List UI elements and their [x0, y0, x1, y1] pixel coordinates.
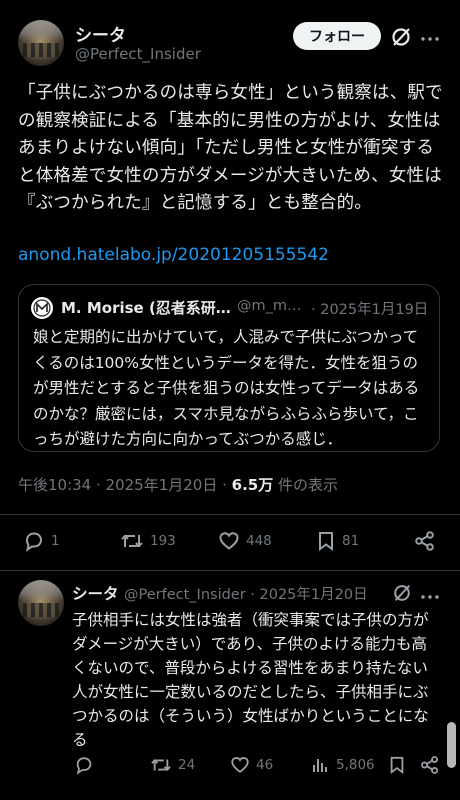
more-icon[interactable]: [420, 30, 440, 42]
author-avatar[interactable]: [18, 20, 64, 66]
like-icon: [231, 756, 249, 773]
share-button[interactable]: [414, 530, 436, 552]
grok-icon[interactable]: [390, 26, 412, 48]
reply-bookmark-button[interactable]: [388, 755, 406, 775]
like-count: 448: [246, 533, 272, 549]
post-body: 「子供にぶつかるのは専ら女性」という観察は、駅での観察検証による「基本的に男性の…: [18, 83, 443, 213]
post-timestamp[interactable]: 午後10:34 · 2025年1月20日 ·: [18, 476, 232, 494]
reply-like-button[interactable]: 46: [230, 755, 273, 775]
author-name[interactable]: シータ: [75, 21, 126, 46]
repost-count: 193: [150, 533, 176, 549]
more-icon[interactable]: [420, 588, 440, 600]
divider: [0, 514, 460, 515]
reply-count: 1: [51, 533, 60, 549]
follow-button[interactable]: フォロー: [293, 22, 381, 50]
divider: [0, 570, 460, 571]
post-meta: 午後10:34 · 2025年1月20日 · 6.5万 件の表示: [18, 474, 338, 495]
bookmark-button[interactable]: 81: [316, 530, 359, 552]
bookmark-count: 81: [342, 533, 360, 549]
like-icon: [219, 532, 239, 550]
like-button[interactable]: 448: [218, 530, 272, 552]
reply-reply-button[interactable]: [74, 755, 94, 775]
repost-button[interactable]: 193: [120, 530, 176, 552]
bookmark-icon: [390, 756, 404, 774]
reply-views-count: 5,806: [336, 757, 375, 773]
reply-share-button[interactable]: [420, 755, 440, 775]
reply-author-avatar[interactable]: [18, 580, 64, 626]
bookmark-icon: [319, 532, 333, 551]
reply-like-count: 46: [256, 757, 274, 773]
reply-body: 子供相手には女性は強者（衝突事案では子供の方がダメージが大きい）であり、子供のよ…: [72, 611, 429, 749]
quote-avatar-seal: [31, 297, 53, 319]
grok-icon[interactable]: [392, 583, 412, 603]
reply-repost-count: 24: [178, 757, 196, 773]
views-icon: [313, 759, 327, 772]
repost-icon: [151, 759, 171, 771]
reply-views-button[interactable]: 5,806: [310, 755, 375, 775]
reply-button[interactable]: 1: [23, 530, 60, 552]
repost-icon: [121, 534, 143, 548]
views-count: 6.5万: [231, 476, 274, 494]
quoted-post[interactable]: M. Morise (忍者系研… @m_m… · 2025年1月19日 娘と定期…: [18, 284, 440, 452]
scrollbar-thumb[interactable]: [447, 722, 456, 768]
reply-icon: [76, 757, 92, 775]
quote-author-handle: @m_m…: [237, 298, 302, 314]
reply-author-name[interactable]: シータ: [72, 582, 119, 604]
share-icon: [415, 531, 434, 551]
reply-icon: [25, 532, 43, 552]
views-label: 件の表示: [273, 476, 339, 494]
share-icon: [421, 756, 438, 774]
reply-author-handle[interactable]: @Perfect_Insider · 2025年1月20日: [124, 583, 368, 604]
post-link[interactable]: anond.hatelabo.jp/20201205155542: [18, 245, 329, 265]
quote-body: 娘と定期的に出かけていて，人混みで子供にぶつかってくるのは100%女性というデー…: [33, 328, 420, 448]
author-handle[interactable]: @Perfect_Insider: [75, 45, 201, 63]
reply-repost-button[interactable]: 24: [150, 755, 195, 775]
quote-author-name: M. Morise (忍者系研…: [61, 299, 231, 317]
quote-date: · 2025年1月19日: [311, 302, 429, 318]
